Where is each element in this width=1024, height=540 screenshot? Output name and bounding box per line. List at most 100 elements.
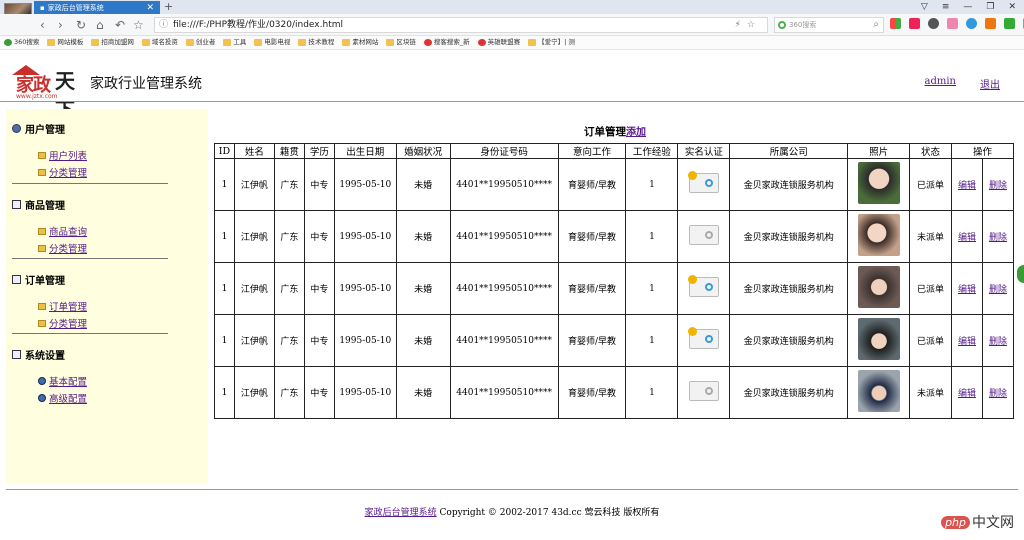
star-icon[interactable]: ☆	[133, 18, 144, 32]
photo-thumbnail[interactable]	[857, 266, 900, 308]
url-text: file:///F:/PHP教程/作业/0320/index.html	[173, 20, 343, 30]
delete-link[interactable]: 删除	[989, 178, 1007, 191]
delete-link[interactable]: 删除	[989, 282, 1007, 295]
sidebar-item-advanced-config[interactable]: 高级配置	[49, 391, 87, 405]
edit-link[interactable]: 编辑	[958, 230, 976, 243]
address-bar-actions-icon[interactable]: ⚡☆	[735, 18, 761, 32]
footer-link[interactable]: 家政后台管理系统	[365, 508, 437, 518]
shield-icon[interactable]	[928, 18, 939, 29]
bookmark-item[interactable]: 搜客搜索_新	[423, 36, 470, 49]
bookmark-item[interactable]: 电影电视	[254, 36, 290, 49]
bookmark-item[interactable]: 英雄联盟赛	[477, 36, 520, 49]
photo-thumbnail[interactable]	[857, 318, 900, 360]
search-box[interactable]: 360搜索 ⌕	[774, 17, 884, 33]
delete-link[interactable]: 删除	[989, 334, 1007, 347]
cell-education: 中专	[303, 210, 335, 263]
browser-toolbar: ‹ › ↻ ⌂ ↶ ☆ ⓘ file:///F:/PHP教程/作业/0320/i…	[0, 14, 1024, 36]
menu-icon[interactable]: ≡	[942, 0, 950, 14]
sidebar-item-product-category[interactable]: 分类管理	[49, 241, 87, 255]
close-window-button[interactable]: ✕	[1008, 0, 1016, 14]
sidebar-section-orders: 订单管理 订单管理 分类管理	[12, 272, 202, 333]
bookmark-item[interactable]: 工具	[223, 36, 246, 49]
delete-link[interactable]: 删除	[989, 230, 1007, 243]
reload-icon[interactable]: ↻	[76, 18, 86, 32]
sidebar-section-settings: 系统设置 基本配置 高级配置	[12, 347, 202, 408]
cell-experience: 1	[625, 210, 679, 263]
close-tab-icon[interactable]: ✕	[146, 1, 154, 15]
forward-icon[interactable]: ›	[58, 18, 63, 32]
sidebar-item-user-category[interactable]: 分类管理	[49, 165, 87, 179]
page-info-icon[interactable]: ⓘ	[159, 18, 168, 32]
cell-actions: 编辑 删除	[950, 262, 1015, 315]
cell-marital-status: 未婚	[395, 366, 451, 419]
home-icon[interactable]: ⌂	[96, 18, 104, 32]
edit-link[interactable]: 编辑	[958, 386, 976, 399]
cell-education: 中专	[303, 262, 335, 315]
delete-link[interactable]: 删除	[989, 386, 1007, 399]
new-tab-button[interactable]: +	[164, 0, 173, 14]
minimize-button[interactable]: —	[963, 0, 972, 14]
cell-experience: 1	[625, 366, 679, 419]
add-link[interactable]: 添加	[626, 127, 646, 138]
floating-side-button[interactable]	[1017, 265, 1024, 283]
photo-thumbnail[interactable]	[857, 162, 900, 204]
bookmark-item[interactable]: 招商加盟网	[91, 36, 134, 49]
extension-icon[interactable]	[909, 18, 920, 29]
restore-button[interactable]: ❐	[986, 0, 994, 14]
cell-verification	[677, 158, 731, 211]
sidebar-item-basic-config[interactable]: 基本配置	[49, 374, 87, 388]
photo-thumbnail[interactable]	[857, 370, 900, 412]
cell-marital-status: 未婚	[395, 262, 451, 315]
bookmark-item[interactable]: 网站模板	[47, 36, 83, 49]
verified-id-card-icon	[687, 171, 719, 193]
admin-link[interactable]: admin	[925, 76, 956, 91]
undo-icon[interactable]: ↶	[115, 18, 125, 32]
cell-status: 未派单	[909, 366, 952, 419]
bookmark-item[interactable]: 区块链	[386, 36, 416, 49]
bookmark-item[interactable]: 素材网站	[342, 36, 378, 49]
search-icon[interactable]: ⌕	[873, 18, 879, 32]
bookmark-item[interactable]: 域名投资	[141, 36, 178, 49]
bookmark-item[interactable]: 【爱宁】| 测	[528, 36, 575, 49]
sidebar-item-user-list[interactable]: 用户列表	[49, 148, 87, 162]
cell-company: 金贝家政连锁服务机构	[729, 262, 849, 315]
extension-icon[interactable]	[947, 18, 958, 29]
cell-origin: 广东	[273, 366, 305, 419]
unverified-id-card-icon	[688, 225, 719, 245]
cell-company: 金贝家政连锁服务机构	[729, 210, 849, 263]
address-bar[interactable]: ⓘ file:///F:/PHP教程/作业/0320/index.html ⚡☆	[154, 17, 768, 33]
logout-link[interactable]: 退出	[980, 76, 1000, 91]
column-header: 所属公司	[729, 143, 849, 159]
cell-photo	[847, 210, 911, 263]
cell-actions: 编辑 删除	[950, 158, 1015, 211]
bookmark-item[interactable]: 创业者	[185, 36, 215, 49]
extension-icon[interactable]	[1004, 18, 1015, 29]
table-row: 1 江伊帆 广东 中专 1995-05-10 未婚 4401**19950510**** 育婴…	[214, 314, 1015, 367]
back-icon[interactable]: ‹	[40, 18, 45, 32]
cell-experience: 1	[625, 158, 679, 211]
window-controls: ▽ ≡ — ❐ ✕	[921, 0, 1016, 14]
cell-id: 1	[214, 314, 235, 367]
column-header: 婚姻状况	[395, 143, 451, 159]
sidebar: 用户管理 用户列表 分类管理 商品管理 商品查询 分类管理 订单管理 订单管理 …	[6, 109, 208, 484]
extension-icon[interactable]	[966, 18, 977, 29]
extension-icon[interactable]	[985, 18, 996, 29]
edit-link[interactable]: 编辑	[958, 334, 976, 347]
bookmark-item[interactable]: 技术教程	[298, 36, 334, 49]
sidebar-item-order-manage[interactable]: 订单管理	[49, 299, 87, 313]
verified-id-card-icon	[687, 275, 719, 297]
edit-link[interactable]: 编辑	[958, 178, 976, 191]
photo-thumbnail[interactable]	[857, 214, 900, 256]
cell-id: 1	[214, 210, 235, 263]
cell-verification	[677, 262, 731, 315]
browser-tab[interactable]: ▪ 家政后台管理系统 ✕	[34, 1, 160, 15]
cell-name: 江伊帆	[233, 366, 275, 419]
bookmark-item[interactable]: 360搜索	[4, 36, 39, 49]
cell-id-number: 4401**19950510****	[449, 366, 559, 419]
edit-link[interactable]: 编辑	[958, 282, 976, 295]
main-content: 订单管理添加 ID 姓名 籍贯 学历 出生日期 婚姻状况 身份证号码 意向工作 工作经验 实名认证…	[214, 109, 1016, 419]
sidebar-item-order-category[interactable]: 分类管理	[49, 316, 87, 330]
shirt-icon[interactable]: ▽	[921, 0, 928, 14]
apps-icon[interactable]	[890, 18, 901, 29]
sidebar-item-product-search[interactable]: 商品查询	[49, 224, 87, 238]
